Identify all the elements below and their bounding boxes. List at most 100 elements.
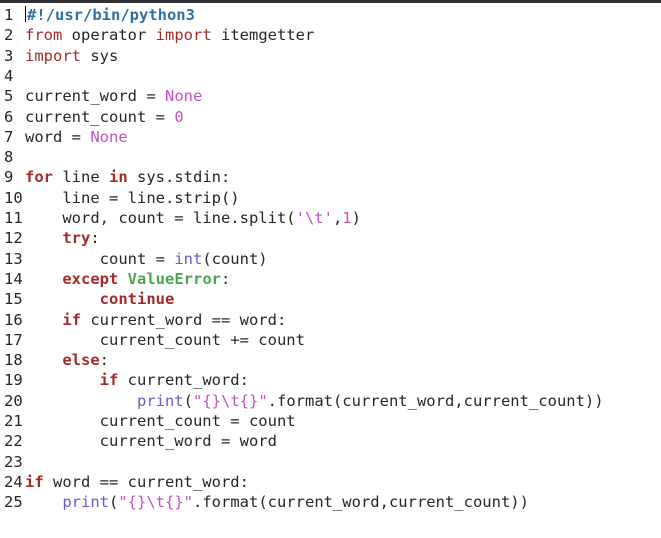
code-token: , bbox=[332, 209, 343, 227]
code-token: '\t' bbox=[295, 209, 333, 227]
code-line[interactable]: 20 print("{}\t{}".format(current_word,cu… bbox=[0, 391, 661, 411]
code-token: None bbox=[164, 87, 203, 106]
line-number: 18 bbox=[4, 351, 23, 370]
line-number: 15 bbox=[4, 290, 23, 309]
code-text[interactable]: import sys bbox=[25, 46, 118, 66]
code-text[interactable]: current_word = word bbox=[25, 431, 277, 451]
code-text[interactable]: if word == current_word: bbox=[25, 472, 249, 492]
code-token: operator bbox=[62, 26, 156, 45]
code-line[interactable]: 14 except ValueError: bbox=[0, 269, 661, 289]
code-text[interactable]: #!/usr/bin/python3 bbox=[25, 5, 195, 25]
code-text[interactable]: else: bbox=[25, 350, 109, 370]
code-line[interactable]: 15 continue bbox=[0, 289, 661, 309]
code-line[interactable]: 6 current_count = 0 bbox=[0, 107, 661, 127]
code-line[interactable]: 16 if current_word == word: bbox=[0, 310, 661, 330]
code-line[interactable]: 2 from operator import itemgetter bbox=[0, 25, 661, 45]
code-token: #!/usr/bin/python3 bbox=[27, 6, 195, 24]
code-text[interactable]: current_word = None bbox=[25, 86, 202, 106]
line-number: 21 bbox=[4, 412, 23, 430]
code-token: sys.stdin: bbox=[127, 168, 231, 187]
code-line[interactable]: 21 current_count = count bbox=[0, 411, 661, 431]
line-number: 10 bbox=[4, 188, 23, 207]
code-text[interactable]: if current_word: bbox=[25, 370, 249, 390]
code-token: if bbox=[62, 310, 81, 329]
code-token: word, count = line.split( bbox=[25, 209, 296, 227]
code-text[interactable]: from operator import itemgetter bbox=[25, 25, 314, 45]
code-text[interactable]: line = line.strip() bbox=[25, 188, 240, 208]
line-number: 17 bbox=[4, 330, 23, 349]
line-number: 24 bbox=[4, 472, 23, 491]
code-token: from bbox=[25, 26, 63, 45]
code-token: ( bbox=[109, 493, 119, 512]
line-number: 7 bbox=[4, 127, 14, 146]
code-text[interactable]: if current_word == word: bbox=[25, 310, 286, 330]
code-line[interactable]: 13 count = int(count) bbox=[0, 249, 661, 269]
code-token: current_count += count bbox=[25, 330, 305, 349]
code-line[interactable]: 8 bbox=[0, 147, 661, 167]
code-line[interactable]: 12 try: bbox=[0, 228, 661, 248]
code-token: for bbox=[25, 168, 53, 187]
code-text[interactable]: print("{}\t{}".format(current_word,curre… bbox=[25, 391, 604, 411]
code-text[interactable]: try: bbox=[25, 228, 99, 248]
code-text[interactable]: continue bbox=[25, 289, 175, 309]
code-token: 1 bbox=[342, 209, 352, 227]
code-token: "{}\t{}" bbox=[193, 391, 268, 410]
code-line[interactable]: 23 bbox=[0, 452, 661, 472]
code-token: print bbox=[136, 391, 184, 410]
code-editor[interactable]: 1 #!/usr/bin/python3 2 from operator import… bbox=[0, 4, 661, 538]
code-token: .format(current_word,current_count)) bbox=[267, 391, 604, 410]
code-text[interactable]: current_count = 0 bbox=[25, 107, 184, 127]
line-number: 8 bbox=[4, 148, 14, 167]
code-token: in bbox=[109, 168, 128, 187]
line-number: 1 bbox=[4, 6, 14, 24]
code-text[interactable]: current_count += count bbox=[25, 330, 305, 350]
code-line[interactable]: 22 current_word = word bbox=[0, 431, 661, 451]
code-token: current_word: bbox=[118, 371, 249, 390]
line-number: 4 bbox=[4, 66, 14, 85]
code-text[interactable]: for line in sys.stdin: bbox=[25, 167, 230, 187]
code-token: : bbox=[221, 269, 231, 288]
code-text[interactable]: except ValueError: bbox=[25, 269, 230, 289]
line-number: 20 bbox=[4, 391, 23, 410]
code-text[interactable]: print("{}\t{}".format(current_word,curre… bbox=[25, 492, 529, 512]
code-line[interactable]: 7 word = None bbox=[0, 127, 661, 147]
code-line[interactable]: 9 for line in sys.stdin: bbox=[0, 167, 661, 187]
code-token: : bbox=[99, 351, 109, 370]
code-line[interactable]: 10 line = line.strip() bbox=[0, 188, 661, 208]
code-token: count = bbox=[25, 249, 175, 268]
code-line[interactable]: 5 current_word = None bbox=[0, 86, 661, 106]
code-text[interactable]: current_count = count bbox=[25, 411, 296, 431]
code-text[interactable]: word, count = line.split('\t',1) bbox=[25, 208, 361, 228]
code-token: ( bbox=[183, 391, 193, 410]
code-line[interactable]: 18 else: bbox=[0, 350, 661, 370]
code-token: current_word = word bbox=[25, 432, 277, 451]
code-line[interactable]: 4 bbox=[0, 66, 661, 86]
line-number: 13 bbox=[4, 249, 23, 268]
code-line[interactable]: 3 import sys bbox=[0, 46, 661, 66]
code-token: if bbox=[25, 472, 44, 491]
code-line[interactable]: 1 #!/usr/bin/python3 bbox=[0, 5, 661, 25]
line-number: 14 bbox=[4, 269, 23, 288]
code-token: 0 bbox=[174, 107, 184, 126]
line-number: 25 bbox=[4, 493, 23, 512]
code-token: line = line.strip() bbox=[25, 188, 240, 207]
code-token: try bbox=[62, 229, 91, 248]
code-line[interactable]: 24 if word == current_word: bbox=[0, 472, 661, 492]
code-token: current_word = bbox=[25, 87, 165, 106]
code-token: ) bbox=[351, 209, 361, 227]
code-text[interactable]: count = int(count) bbox=[25, 249, 268, 269]
code-line[interactable]: 25 print("{}\t{}".format(current_word,cu… bbox=[0, 492, 661, 512]
line-number: 23 bbox=[4, 452, 23, 471]
code-token: current_count = count bbox=[25, 412, 296, 430]
code-token: .format(current_word,current_count)) bbox=[193, 493, 529, 512]
code-line[interactable]: 11 word, count = line.split('\t',1) bbox=[0, 208, 661, 228]
code-text[interactable]: word = None bbox=[25, 127, 128, 147]
code-line[interactable]: 17 current_count += count bbox=[0, 330, 661, 350]
code-line[interactable]: 19 if current_word: bbox=[0, 370, 661, 390]
